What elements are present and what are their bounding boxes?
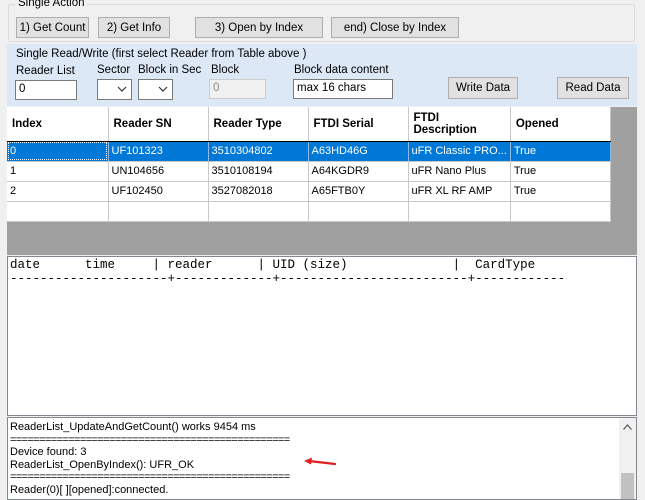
cell-reader-sn[interactable]: UF102450 [108, 181, 209, 202]
cell-index[interactable]: 1 [7, 161, 109, 182]
sector-label: Sector [97, 64, 131, 76]
column-header-ftdi-description[interactable]: FTDI Description [408, 107, 511, 142]
status-log-line: ReaderList_UpdateAndGetCount() works 945… [10, 421, 256, 433]
block-data-input[interactable]: max 16 chars [293, 79, 393, 99]
single-action-title: Single Action [16, 0, 87, 9]
cell-ftdi-description[interactable] [408, 201, 511, 222]
table-row[interactable]: 1 UN104656 3510108194 A64KGDR9 uFR Nano … [7, 161, 611, 182]
cell-index[interactable] [7, 201, 109, 222]
card-log-header: date time | reader | UID (size) | CardTy… [10, 258, 536, 272]
column-header-opened[interactable]: Opened [510, 107, 611, 142]
column-header-reader-type[interactable]: Reader Type [208, 107, 309, 142]
card-log-separator: ---------------------+-------------+----… [10, 272, 566, 286]
read-write-title: Single Read/Write (first select Reader f… [16, 48, 307, 60]
cell-reader-sn[interactable] [108, 201, 209, 222]
scroll-up-arrow-icon[interactable] [619, 418, 636, 435]
block-in-sec-label: Block in Sec [138, 64, 202, 76]
cell-ftdi-serial[interactable] [308, 201, 409, 222]
cell-reader-type[interactable]: 3527082018 [208, 181, 309, 202]
cell-opened[interactable] [510, 201, 611, 222]
cell-opened[interactable]: True [510, 181, 611, 202]
block-label: Block [211, 64, 240, 76]
reader-list-label: Reader List [16, 65, 75, 77]
write-data-button[interactable]: Write Data [448, 77, 518, 99]
cell-opened[interactable]: True [510, 161, 611, 182]
status-log-line: ========================================… [10, 471, 290, 483]
annotation-arrow-icon [304, 457, 337, 466]
cell-reader-type[interactable]: 3510304802 [208, 141, 309, 162]
close-by-index-button[interactable]: end) Close by Index [331, 17, 459, 38]
block-input: 0 [209, 79, 266, 99]
cell-reader-type[interactable] [208, 201, 309, 222]
chevron-down-icon [117, 86, 127, 92]
cell-reader-sn[interactable]: UF101323 [108, 141, 209, 162]
cell-opened[interactable]: True [510, 141, 611, 162]
table-row[interactable]: 2 UF102450 3527082018 A65FTB0Y uFR XL RF… [7, 181, 611, 202]
read-data-button[interactable]: Read Data [557, 77, 629, 99]
column-header-reader-sn[interactable]: Reader SN [108, 107, 209, 142]
cell-ftdi-description[interactable]: uFR XL RF AMP [408, 181, 511, 202]
block-in-sec-select[interactable] [138, 79, 173, 100]
table-header-row: Index Reader SN Reader Type FTDI Serial … [7, 107, 611, 142]
table-row-empty[interactable] [7, 201, 611, 222]
status-log-line: ========================================… [10, 433, 290, 446]
block-data-label: Block data content [294, 64, 389, 76]
cell-reader-sn[interactable]: UN104656 [108, 161, 209, 182]
sector-select[interactable] [97, 79, 132, 100]
get-count-button[interactable]: 1) Get Count [16, 17, 89, 38]
status-log-scrollbar[interactable] [619, 418, 636, 499]
cell-ftdi-serial[interactable]: A65FTB0Y [308, 181, 409, 202]
cell-ftdi-serial[interactable]: A63HD46G [308, 141, 409, 162]
readers-grid: Index Reader SN Reader Type FTDI Serial … [7, 107, 637, 255]
scrollbar-thumb[interactable] [621, 473, 634, 499]
cell-index[interactable]: 0 [7, 141, 109, 162]
table-row[interactable]: 0 UF101323 3510304802 A63HD46G uFR Class… [7, 141, 611, 162]
cell-reader-type[interactable]: 3510108194 [208, 161, 309, 182]
cell-ftdi-description[interactable]: uFR Classic PRO... [408, 141, 511, 162]
cell-ftdi-description[interactable]: uFR Nano Plus [408, 161, 511, 182]
column-header-index[interactable]: Index [7, 107, 109, 142]
open-by-index-button[interactable]: 3) Open by Index [195, 17, 323, 38]
column-header-ftdi-serial[interactable]: FTDI Serial [308, 107, 409, 142]
card-log-textarea[interactable]: date time | reader | UID (size) | CardTy… [7, 256, 637, 416]
chevron-down-icon [158, 86, 168, 92]
get-info-button[interactable]: 2) Get Info [98, 17, 170, 38]
readers-table: Index Reader SN Reader Type FTDI Serial … [7, 107, 611, 222]
reader-list-input[interactable]: 0 [15, 80, 77, 100]
cell-index[interactable]: 2 [7, 181, 109, 202]
status-log-line: Reader(0)[ ][opened]:connected. [10, 483, 169, 496]
cell-ftdi-serial[interactable]: A64KGDR9 [308, 161, 409, 182]
